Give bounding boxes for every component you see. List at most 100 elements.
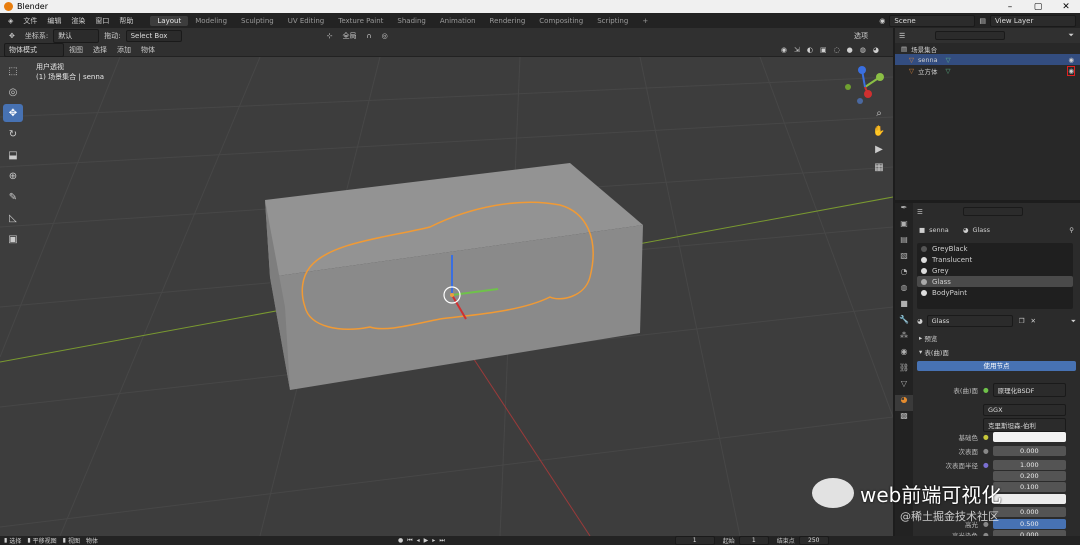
object-tab-icon[interactable]: ■ xyxy=(895,299,913,315)
navigation-gizmo[interactable] xyxy=(845,66,884,104)
list-item[interactable]: Glass xyxy=(917,276,1073,287)
add-workspace-button[interactable]: + xyxy=(635,16,655,26)
base-color-swatch[interactable] xyxy=(992,432,1066,442)
list-item[interactable]: GreyBlack xyxy=(917,243,1073,254)
tab-layout[interactable]: Layout xyxy=(150,15,189,26)
options-dropdown[interactable]: 选项 xyxy=(849,31,873,41)
xray-icon[interactable]: ▣ xyxy=(820,46,827,54)
use-nodes-button[interactable]: 使用节点 xyxy=(917,361,1076,371)
ortho-grid-icon[interactable]: ▦ xyxy=(870,162,888,180)
play-icon[interactable]: ▶ xyxy=(424,537,429,545)
menu-select[interactable]: 选择 xyxy=(88,45,112,55)
shading-material-icon[interactable]: ◍ xyxy=(860,46,866,54)
select-box-tool-icon[interactable]: ⬚ xyxy=(3,62,23,80)
subsurface-color-swatch[interactable] xyxy=(992,494,1066,504)
drag-dropdown[interactable]: Select Box xyxy=(125,29,182,42)
menu-help[interactable]: 帮助 xyxy=(114,16,138,26)
editor-type-icon[interactable]: ☰ xyxy=(899,32,905,40)
menu-edit[interactable]: 编辑 xyxy=(42,16,66,26)
menu-add[interactable]: 添加 xyxy=(112,45,136,55)
prev-key-icon[interactable]: ◂ xyxy=(417,537,420,545)
end-frame-field[interactable]: 250 xyxy=(798,536,829,545)
jump-start-icon[interactable]: ⏮ xyxy=(407,537,412,545)
data-tab-icon[interactable]: ▽ xyxy=(895,379,913,395)
specular-field[interactable]: 0.500 xyxy=(992,519,1066,529)
pivot-icon[interactable]: ⊹ xyxy=(322,32,338,40)
tab-compositing[interactable]: Compositing xyxy=(532,16,590,26)
menu-file[interactable]: 文件 xyxy=(18,16,42,26)
eye-icon[interactable]: ◉ xyxy=(1067,65,1075,76)
tab-shading[interactable]: Shading xyxy=(390,16,432,26)
world-tab-icon[interactable]: ◍ xyxy=(895,283,913,299)
measure-tool-icon[interactable]: ◺ xyxy=(3,209,23,227)
tab-modeling[interactable]: Modeling xyxy=(188,16,234,26)
gizmo-icon[interactable]: ⇲ xyxy=(794,46,800,54)
snap-icon[interactable]: ∩ xyxy=(361,32,376,40)
outliner-row-senna[interactable]: ▽ senna ▽ ◉ xyxy=(895,54,1080,65)
subsurface-radius-z[interactable]: 0.100 xyxy=(992,482,1066,492)
menu-window[interactable]: 窗口 xyxy=(90,16,114,26)
3d-viewport[interactable]: 用户透视 (1) 场景集合 | senna xyxy=(0,57,893,536)
props-menu-icon[interactable]: ☰ xyxy=(917,208,923,216)
section-preview[interactable]: ▸ 预览 xyxy=(913,333,1080,343)
orientation-dropdown[interactable]: 默认 xyxy=(53,28,100,43)
cursor-tool-icon[interactable]: ◎ xyxy=(3,83,23,101)
tab-sculpting[interactable]: Sculpting xyxy=(234,16,281,26)
duplicate-icon[interactable]: ❐ xyxy=(1019,317,1025,325)
menu-render[interactable]: 渲染 xyxy=(66,16,90,26)
unlink-icon[interactable]: ✕ xyxy=(1031,317,1036,325)
visibility-icon[interactable]: ◉ xyxy=(781,46,787,54)
subsurface-field[interactable]: 0.000 xyxy=(992,446,1066,456)
scale-tool-icon[interactable]: ⬓ xyxy=(3,146,23,164)
physics-tab-icon[interactable]: ◉ xyxy=(895,347,913,363)
annotate-tool-icon[interactable]: ✎ xyxy=(3,188,23,206)
eye-icon[interactable]: ◉ xyxy=(1068,56,1074,64)
output-tab-icon[interactable]: ▤ xyxy=(895,235,913,251)
next-key-icon[interactable]: ▸ xyxy=(432,537,435,545)
outliner-row-cube[interactable]: ▽ 立方体 ▽ ◉ xyxy=(895,65,1080,76)
close-button[interactable]: ✕ xyxy=(1052,2,1080,12)
move-tool-icon[interactable]: ✥ xyxy=(3,104,23,122)
transform-icon[interactable]: ✥ xyxy=(4,32,20,40)
minimize-button[interactable]: – xyxy=(996,2,1024,12)
list-item[interactable]: BodyPaint xyxy=(917,287,1073,298)
material-name-field[interactable]: Glass xyxy=(926,315,1013,327)
section-surface[interactable]: ▾ 表(曲)面 xyxy=(913,347,1080,357)
subsurface-radius-y[interactable]: 0.200 xyxy=(992,471,1066,481)
mode-dropdown[interactable]: 物体模式 xyxy=(4,42,64,57)
material-tab-icon[interactable]: ◕ xyxy=(895,395,913,411)
start-frame-field[interactable]: 1 xyxy=(738,536,769,545)
jump-end-icon[interactable]: ⏭ xyxy=(439,537,444,545)
view-layer-tab-icon[interactable]: ▧ xyxy=(895,251,913,267)
tab-rendering[interactable]: Rendering xyxy=(483,16,533,26)
rotate-tool-icon[interactable]: ↻ xyxy=(3,125,23,143)
transform-tool-icon[interactable]: ⊕ xyxy=(3,167,23,185)
tab-animation[interactable]: Animation xyxy=(433,16,483,26)
props-search-input[interactable] xyxy=(962,207,1023,216)
filter-icon[interactable]: ⏷ xyxy=(1068,31,1074,40)
texture-tab-icon[interactable]: ▩ xyxy=(895,411,913,427)
distribution-dropdown[interactable]: GGX xyxy=(983,404,1066,416)
material-browse-icon[interactable]: ◕ xyxy=(917,317,923,325)
outliner-search-input[interactable] xyxy=(935,31,1006,40)
overlay-icon[interactable]: ◐ xyxy=(807,46,813,54)
tab-scripting[interactable]: Scripting xyxy=(590,16,635,26)
tool-tab-icon[interactable]: ✒ xyxy=(895,203,913,219)
camera-icon[interactable]: ▶ xyxy=(870,144,888,162)
view-layer-selector[interactable]: View Layer xyxy=(990,14,1076,27)
surface-shader-field[interactable]: 原理化BSDF xyxy=(992,383,1066,397)
particles-tab-icon[interactable]: ⁂ xyxy=(895,331,913,347)
scene-tab-icon[interactable]: ◔ xyxy=(895,267,913,283)
pivot-dropdown[interactable]: 全局 xyxy=(337,31,361,41)
shading-solid-icon[interactable]: ● xyxy=(847,46,853,54)
subsurface-method-dropdown[interactable]: 克里斯坦森-伯利 xyxy=(983,418,1066,432)
pan-hand-icon[interactable]: ✋ xyxy=(870,126,888,144)
tab-texture-paint[interactable]: Texture Paint xyxy=(331,16,390,26)
subsurface-radius-x[interactable]: 1.000 xyxy=(992,460,1066,470)
add-cube-tool-icon[interactable]: ▣ xyxy=(3,230,23,248)
list-item[interactable]: Grey xyxy=(917,265,1073,276)
constraints-tab-icon[interactable]: ⛓ xyxy=(895,363,913,379)
zoom-icon[interactable]: ⌕ xyxy=(870,108,888,126)
menu-view[interactable]: 视图 xyxy=(64,45,88,55)
maximize-button[interactable]: ▢ xyxy=(1024,2,1052,12)
